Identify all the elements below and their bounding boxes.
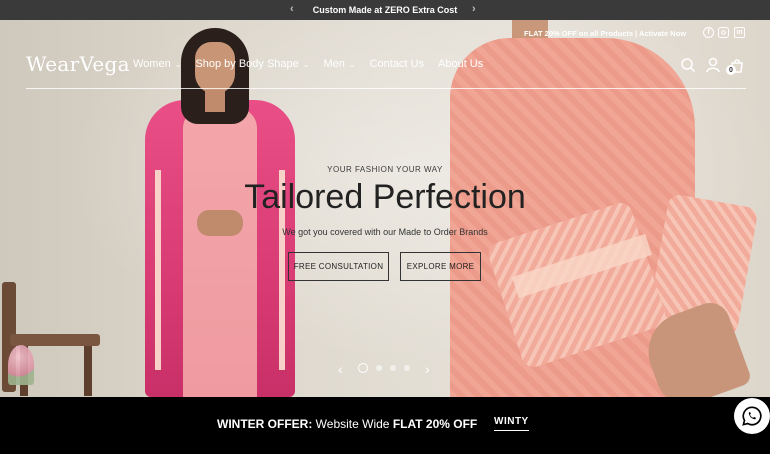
search-icon[interactable] [680,57,696,73]
slide-dot-2[interactable] [376,365,382,371]
free-consultation-button[interactable]: FREE CONSULTATION [288,252,389,281]
slide-dot-1[interactable] [358,363,368,373]
offer-mid-text: Website Wide [312,417,393,431]
chevron-down-icon: ⌄ [302,59,310,69]
nav-label: Women [133,58,171,70]
facebook-icon[interactable]: f [703,27,714,38]
page-bottom-strip [0,454,770,470]
flat-offer-link[interactable]: FLAT 20% OFF on all Products | Activate … [524,29,686,38]
nav-label: About Us [438,58,484,70]
offer-label: WINTER OFFER: [217,417,313,431]
nav-women[interactable]: Women ⌄ [133,58,181,70]
offer-highlight: FLAT 20% OFF [392,417,478,431]
whatsapp-icon [742,406,762,426]
announcement-bar: ‹ Custom Made at ZERO Extra Cost › [0,0,770,20]
winter-offer-bar: WINTER OFFER: Website Wide FLAT 20% OFF … [0,397,770,454]
nav-shop-by-body-shape[interactable]: Shop by Body Shape ⌄ [195,58,309,70]
cart-count-badge: 0 [726,65,736,75]
slide-dot-3[interactable] [390,365,396,371]
slide-next-icon[interactable]: › [425,361,430,377]
account-icon[interactable] [705,57,721,73]
explore-more-button[interactable]: EXPLORE MORE [400,252,481,281]
linkedin-icon[interactable]: in [734,27,745,38]
slide-dot-4[interactable] [404,365,410,371]
nav-contact-us[interactable]: Contact Us [370,58,424,70]
nav-label: Shop by Body Shape [195,58,299,70]
nav-label: Contact Us [369,58,424,70]
hero-eyebrow: YOUR FASHION YOUR WAY [327,165,443,174]
header-divider [26,88,746,89]
hero-headline: Tailored Perfection [244,178,526,216]
chevron-down-icon: ⌄ [174,59,182,69]
main-nav: Women ⌄ Shop by Body Shape ⌄ Men ⌄ Conta… [133,58,483,70]
instagram-icon[interactable] [718,27,729,38]
flower-decoration [8,345,34,385]
offer-code[interactable]: WINTY [494,416,529,431]
chevron-right-icon[interactable]: › [472,3,476,15]
announcement-text: Custom Made at ZERO Extra Cost [312,5,458,15]
chevron-down-icon: ⌄ [348,59,356,69]
nav-about-us[interactable]: About Us [438,58,483,70]
whatsapp-chat-button[interactable] [734,398,770,434]
offer-text: WINTER OFFER: Website Wide FLAT 20% OFF [217,417,477,431]
chevron-left-icon[interactable]: ‹ [290,3,294,15]
nav-label: Men [323,58,345,70]
slide-prev-icon[interactable]: ‹ [338,361,343,377]
nav-men[interactable]: Men ⌄ [323,58,355,70]
hero-subline: We got you covered with our Made to Orde… [282,227,488,237]
site-logo[interactable]: WearVega [26,52,130,76]
